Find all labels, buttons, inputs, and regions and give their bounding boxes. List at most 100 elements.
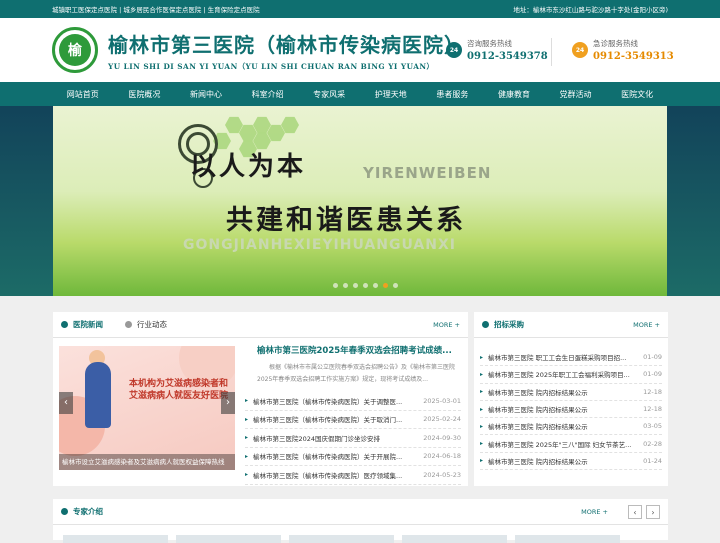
bullet-icon (482, 321, 489, 328)
site-titles: 榆林市第三医院（榆林市传染病医院） YU LIN SHI DI SAN YI Y… (108, 29, 465, 72)
site-title-cn: 榆林市第三医院（榆林市传染病医院） (108, 32, 465, 57)
list-item[interactable]: ▸ 榆林市第三医院（榆林市传染病医院）关于调整医... 2025-03-01 (245, 392, 461, 411)
news-summary: 根据《榆林市市属公立医院春季双选会招聘公告》及《榆林市第三医院2025年春季双选… (257, 364, 456, 383)
news-list: ▸ 榆林市第三医院（榆林市传染病医院）关于调整医... 2025-03-01 ▸ 榆林… (245, 392, 461, 485)
arrow-icon: ▸ (480, 422, 484, 430)
news-photo-caption[interactable]: 榆林市设立艾滋病感染者及艾滋病病人就医权益保障热线 (59, 454, 235, 470)
news-more-link[interactable]: MORE + (433, 321, 460, 329)
carousel-next-icon[interactable]: › (221, 392, 235, 414)
tab-industry-news[interactable]: 行业动态 (125, 319, 167, 330)
nav-patient-service[interactable]: 患者服务 (422, 89, 484, 100)
emergency-hotline-label: 急诊服务热线 (593, 39, 638, 48)
banner-dot-active[interactable] (383, 283, 388, 288)
banner-slide: 以人为本 YIRENWEIBEN 共建和谐医患关系 GONGJIANHEXIEY… (53, 106, 667, 296)
banner-dot[interactable] (363, 283, 368, 288)
procurement-panel-header: 招标采购 MORE + (474, 312, 668, 338)
list-item[interactable]: ▸ 榆林市第三医院（榆林市传染病医院）医疗领域集... 2024-05-23 (245, 466, 461, 485)
bullet-icon (61, 321, 68, 328)
arrow-icon: ▸ (480, 457, 484, 465)
arrow-icon: ▸ (245, 452, 249, 460)
hero-banner[interactable]: 以人为本 YIRENWEIBEN 共建和谐医患关系 GONGJIANHEXIEY… (0, 106, 720, 296)
logo-mark: 榆 (59, 34, 91, 66)
hotline-divider (551, 38, 552, 66)
banner-slogan-2-en: GONGJIANHEXIEYIHUANGUANXI (183, 237, 456, 253)
expert-card[interactable] (515, 535, 620, 543)
main-nav: 网站首页 医院概况 新闻中心 科室介绍 专家风采 护理天地 患者服务 健康教育 … (0, 82, 720, 106)
expert-card[interactable] (289, 535, 394, 543)
arrow-icon: ▸ (245, 397, 249, 405)
arrow-icon: ▸ (480, 440, 484, 448)
nav-news[interactable]: 新闻中心 (175, 89, 237, 100)
chevron-right-icon[interactable]: › (646, 505, 660, 519)
news-panel: 医院新闻 行业动态 MORE + 本机构为艾滋病感染者和艾滋病病人就医友好医院 … (53, 312, 468, 486)
list-item[interactable]: ▸ 榆林市第三医院 院内招标结果公示 03-05 (480, 418, 662, 436)
banner-dot[interactable] (343, 283, 348, 288)
arrow-icon: ▸ (480, 353, 484, 361)
tab-procurement[interactable]: 招标采购 (482, 319, 524, 330)
procurement-panel: 招标采购 MORE + ▸ 榆林市第三医院 职工工会生日蛋糕采购项目招... 01-… (474, 312, 668, 486)
top-info-bar: 城镇职工医保定点医院 | 城乡居民合作医保定点医院 | 生育保险定点医院 地址：… (0, 0, 720, 18)
arrow-icon: ▸ (245, 434, 249, 442)
banner-slogan-2: 共建和谐医患关系 (226, 205, 466, 236)
experts-more-link[interactable]: MORE + (581, 508, 608, 516)
insurance-info: 城镇职工医保定点医院 | 城乡居民合作医保定点医院 | 生育保险定点医院 (52, 6, 260, 14)
banner-pagination (333, 283, 398, 288)
site-title-en: YU LIN SHI DI SAN YI YUAN（YU LIN SHI CHU… (108, 61, 435, 71)
hospital-logo[interactable]: 榆 (52, 27, 98, 73)
nav-experts[interactable]: 专家风采 (298, 89, 360, 100)
chevron-left-icon[interactable]: ‹ (628, 505, 642, 519)
nav-nursing[interactable]: 护理天地 (360, 89, 422, 100)
news-photo-text: 本机构为艾滋病感染者和艾滋病病人就医友好医院 (129, 379, 229, 401)
list-item[interactable]: ▸ 榆林市第三医院2024国庆假期门诊坐诊安排 2024-09-30 (245, 429, 461, 448)
news-photo-carousel[interactable]: 本机构为艾滋病感染者和艾滋病病人就医友好医院 ‹ › 榆林市设立艾滋病感染者及艾… (59, 346, 235, 470)
expert-card[interactable] (402, 535, 507, 543)
list-item[interactable]: ▸ 榆林市第三医院（榆林市传染病医院）关于取消门... 2025-02-24 (245, 411, 461, 429)
emergency-24h-icon: 24 (572, 42, 588, 58)
emergency-hotline-number: 0912-3549313 (593, 51, 674, 62)
phone-24h-icon: 24 (446, 42, 462, 58)
nav-overview[interactable]: 医院概况 (114, 89, 176, 100)
procurement-more-link[interactable]: MORE + (633, 321, 660, 329)
bullet-icon (125, 321, 132, 328)
list-item[interactable]: ▸ 榆林市第三医院（榆林市传染病医院）关于开展院... 2024-06-18 (245, 448, 461, 466)
procurement-list: ▸ 榆林市第三医院 职工工会生日蛋糕采购项目招... 01-09 ▸ 榆林市第三医院 … (480, 349, 662, 471)
expert-card[interactable] (63, 535, 168, 543)
banner-slogan-1: 以人为本 (190, 152, 307, 182)
list-item[interactable]: ▸ 榆林市第三医院 院内招标结果公示 12-18 (480, 401, 662, 419)
list-item[interactable]: ▸ 榆林市第三医院 2025年职工工会福利采购项目... 01-09 (480, 366, 662, 384)
experts-carousel-controls: ‹ › (628, 505, 660, 519)
nav-party-activities[interactable]: 党群活动 (545, 89, 607, 100)
nav-culture[interactable]: 医院文化 (606, 89, 668, 100)
consult-hotline: 24 咨询服务热线 0912-3549378 (446, 38, 548, 62)
consult-hotline-label: 咨询服务热线 (467, 39, 512, 48)
carousel-prev-icon[interactable]: ‹ (59, 392, 73, 414)
list-item[interactable]: ▸ 榆林市第三医院 院内招标结果公示 12-18 (480, 384, 662, 401)
banner-slogan-1-en: YIRENWEIBEN (363, 164, 492, 182)
consult-hotline-number: 0912-3549378 (467, 51, 548, 62)
nav-health-education[interactable]: 健康教育 (483, 89, 545, 100)
bullet-icon (61, 508, 68, 515)
arrow-icon: ▸ (480, 388, 484, 396)
arrow-icon: ▸ (480, 370, 484, 378)
arrow-icon: ▸ (245, 471, 249, 479)
address-info: 地址：榆林市东沙红山路与驼沙路十字处(金阳小区旁) (513, 6, 668, 14)
banner-dot[interactable] (393, 283, 398, 288)
arrow-icon: ▸ (245, 415, 249, 423)
tab-hospital-news[interactable]: 医院新闻 (61, 319, 103, 330)
news-headline[interactable]: 榆林市第三医院2025年春季双选会招聘考试成绩... (257, 344, 452, 356)
banner-dot[interactable] (353, 283, 358, 288)
experts-panel-header: 专家介绍 (53, 499, 668, 525)
site-header: 榆 榆林市第三医院（榆林市传染病医院） YU LIN SHI DI SAN YI… (0, 18, 720, 82)
list-item[interactable]: ▸ 榆林市第三医院 职工工会生日蛋糕采购项目招... 01-09 (480, 349, 662, 367)
expert-card[interactable] (176, 535, 281, 543)
tab-experts[interactable]: 专家介绍 (61, 506, 103, 517)
banner-dot[interactable] (373, 283, 378, 288)
nav-home[interactable]: 网站首页 (52, 89, 114, 100)
arrow-icon: ▸ (480, 405, 484, 413)
list-item[interactable]: ▸ 榆林市第三医院 院内招标结果公示 01-24 (480, 453, 662, 471)
emergency-hotline: 24 急诊服务热线 0912-3549313 (572, 38, 674, 62)
experts-panel: 专家介绍 MORE + ‹ › (53, 499, 668, 543)
banner-dot[interactable] (333, 283, 338, 288)
nav-departments[interactable]: 科室介绍 (237, 89, 299, 100)
list-item[interactable]: ▸ 榆林市第三医院 2025年"三八"国际 妇女节茶艺... 02-28 (480, 435, 662, 453)
